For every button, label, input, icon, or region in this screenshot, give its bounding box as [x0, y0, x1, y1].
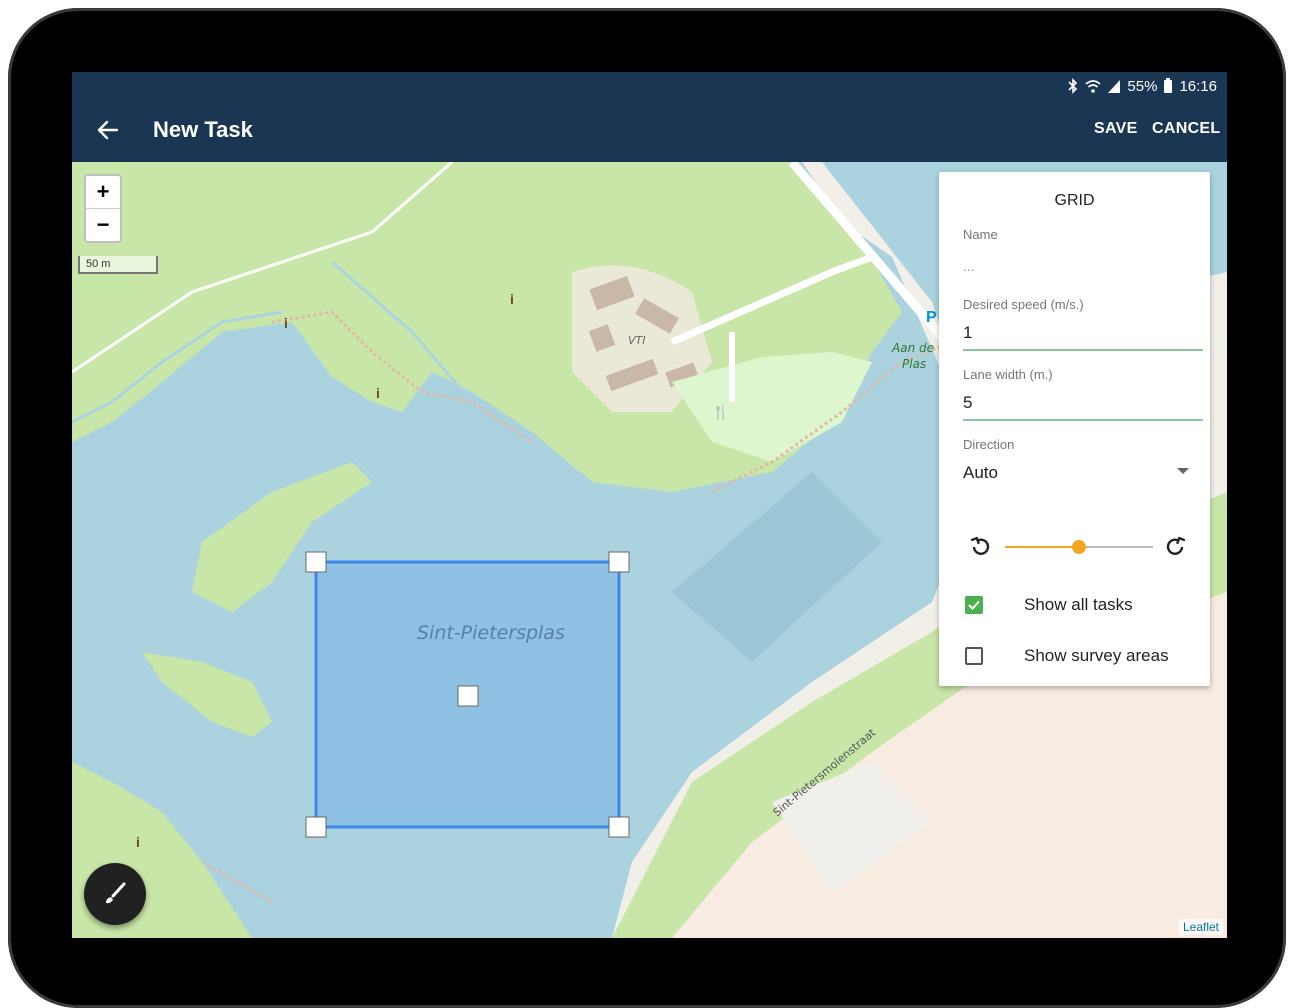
- info-poi-icon: i: [510, 291, 514, 307]
- speed-underline: [963, 349, 1203, 351]
- lake-label: Sint-Pietersplas: [417, 622, 565, 644]
- check-icon: [968, 600, 980, 610]
- info-poi-icon-3: i: [376, 385, 380, 401]
- brush-icon: [106, 882, 126, 904]
- signal-icon: [1108, 80, 1121, 93]
- leaflet-attribution[interactable]: Leaflet: [1178, 919, 1223, 935]
- polygon-handle-center: [457, 685, 479, 707]
- parking-icon: P: [926, 309, 937, 326]
- map-view[interactable]: Sint-Pietersplas VTI Aan de Plas Sint-Pi…: [72, 162, 1227, 938]
- show-survey-areas-checkbox[interactable]: [965, 647, 983, 665]
- zoom-in-button[interactable]: +: [86, 176, 120, 208]
- bluetooth-icon: [1068, 78, 1078, 94]
- name-input[interactable]: ...: [963, 258, 975, 274]
- grid-settings-panel: GRID Name ... Desired speed (m/s.) 1 Lan…: [939, 172, 1210, 686]
- rotation-slider[interactable]: [1003, 536, 1155, 558]
- direction-select[interactable]: Auto: [963, 463, 998, 483]
- direction-label: Direction: [963, 437, 1015, 452]
- show-survey-areas-label: Show survey areas: [1024, 646, 1169, 665]
- arrow-back-icon: [97, 120, 119, 140]
- show-all-tasks-label: Show all tasks: [1024, 595, 1133, 614]
- polygon-handle-tl: [305, 551, 327, 573]
- draw-button[interactable]: [84, 863, 146, 925]
- panel-title: GRID: [1054, 192, 1095, 209]
- show-all-tasks-toggle[interactable]: Show all tasks: [965, 595, 1133, 615]
- page-title: New Task: [153, 117, 253, 142]
- restaurant-icon: 🍴: [712, 404, 729, 421]
- vti-label: VTI: [628, 334, 646, 347]
- info-poi-icon-4: i: [136, 834, 140, 850]
- zoom-control: + −: [84, 174, 122, 243]
- zoom-out-button[interactable]: −: [86, 208, 120, 241]
- lane-width-label: Lane width (m.): [963, 367, 1053, 382]
- aan-de-plas-label: Aan de: [891, 341, 934, 355]
- rotate-right-icon[interactable]: [1165, 536, 1187, 558]
- save-button[interactable]: SAVE: [1094, 120, 1138, 138]
- clock: 16:16: [1179, 77, 1217, 95]
- back-button[interactable]: [94, 116, 122, 144]
- polygon-handle-bl: [305, 816, 327, 838]
- show-all-tasks-checkbox[interactable]: [965, 596, 983, 614]
- wifi-icon: [1085, 80, 1101, 93]
- app-bar: 55% 16:16 New Task SAVE CANCEL: [72, 72, 1227, 162]
- speed-label: Desired speed (m/s.): [963, 297, 1084, 312]
- scale-bar: 50 m: [78, 256, 158, 274]
- rotation-slider-thumb: [1072, 540, 1086, 554]
- cancel-button[interactable]: CANCEL: [1152, 120, 1220, 138]
- aan-de-plas-label-2: Plas: [902, 357, 926, 371]
- battery-icon: [1164, 78, 1173, 93]
- show-survey-areas-toggle[interactable]: Show survey areas: [965, 646, 1169, 666]
- lane-width-input[interactable]: 5: [963, 393, 972, 413]
- status-bar: 55% 16:16: [1067, 76, 1217, 96]
- rotate-left-icon[interactable]: [969, 536, 991, 558]
- speed-input[interactable]: 1: [963, 323, 972, 343]
- polygon-handle-br: [608, 816, 630, 838]
- polygon-handle-tr: [608, 551, 630, 573]
- lane-width-underline: [963, 419, 1203, 421]
- name-label: Name: [963, 227, 998, 242]
- device-screen: 55% 16:16 New Task SAVE CANCEL Sint-Piet…: [72, 72, 1227, 938]
- battery-percent: 55%: [1127, 77, 1158, 95]
- chevron-down-icon[interactable]: [1177, 468, 1189, 474]
- info-poi-icon-2: i: [284, 315, 288, 331]
